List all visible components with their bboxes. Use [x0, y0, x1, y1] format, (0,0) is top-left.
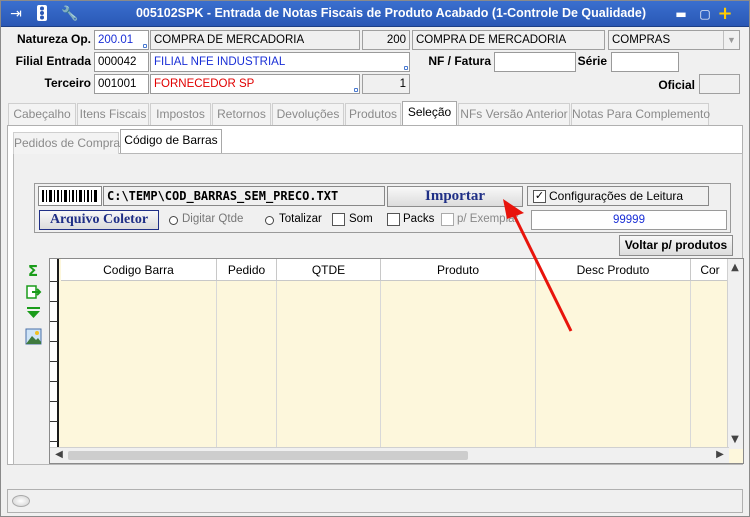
- scroll-left-icon[interactable]: ◀: [52, 448, 66, 462]
- export-icon[interactable]: [25, 284, 42, 301]
- tab-devolucoes[interactable]: Devoluções: [272, 103, 344, 125]
- terceiro-code-field[interactable]: 001001: [94, 74, 149, 94]
- serie-label: Série: [577, 54, 607, 68]
- vertical-scrollbar[interactable]: ▲ ▼: [727, 259, 743, 449]
- status-bar: [7, 489, 743, 513]
- exemplar-checkbox[interactable]: [441, 213, 454, 226]
- som-checkbox[interactable]: [332, 213, 345, 226]
- annotation-arrow: [503, 199, 573, 332]
- terceiro-num-field: 1: [362, 74, 410, 94]
- barcode-icon: [38, 186, 102, 206]
- natureza-code-field[interactable]: 200.01: [94, 30, 149, 50]
- totalizar-label: Totalizar: [279, 213, 322, 225]
- natureza-desc-field: COMPRA DE MERCADORIA: [150, 30, 360, 50]
- window-title: 005102SPK - Entrada de Notas Fiscais de …: [135, 6, 647, 20]
- packs-checkbox[interactable]: [387, 213, 400, 226]
- title-bar: ⇥ 🔧 005102SPK - Entrada de Notas Fiscais…: [1, 1, 749, 27]
- som-label: Som: [349, 213, 373, 225]
- oficial-label: Oficial: [658, 78, 695, 92]
- tab-codigo-barras[interactable]: Código de Barras: [120, 129, 222, 153]
- maximize-button[interactable]: ▢: [697, 6, 713, 22]
- arquivo-coletor-button[interactable]: Arquivo Coletor: [39, 210, 159, 230]
- image-icon[interactable]: [25, 328, 42, 345]
- horizontal-scrollbar[interactable]: ◀ ▶: [50, 447, 729, 463]
- natureza-label: Natureza Op.: [16, 32, 91, 46]
- column-header-cor[interactable]: Cor: [691, 259, 729, 281]
- row-header: [50, 259, 59, 449]
- barcode-grid[interactable]: Codigo Barra Pedido QTDE Produto Desc Pr…: [49, 258, 744, 464]
- scroll-up-icon[interactable]: ▲: [728, 261, 742, 275]
- totalizar-radio[interactable]: [265, 216, 274, 225]
- collapse-down-icon[interactable]: [25, 306, 42, 320]
- scroll-down-icon[interactable]: ▼: [728, 433, 742, 447]
- chevron-down-icon[interactable]: ▼: [723, 31, 739, 49]
- packs-label: Packs: [403, 213, 435, 225]
- digitar-qtde-label: Digitar Qtde: [182, 213, 244, 225]
- natureza-num-field: 200: [362, 30, 410, 50]
- wrench-icon[interactable]: 🔧: [61, 5, 79, 23]
- terceiro-name-field[interactable]: FORNECEDOR SP: [150, 74, 360, 94]
- column-header-qtde[interactable]: QTDE: [277, 259, 381, 281]
- scroll-right-icon[interactable]: ▶: [713, 448, 727, 462]
- scroll-thumb[interactable]: [68, 451, 468, 460]
- filial-name-field[interactable]: FILIAL NFE INDUSTRIAL: [150, 52, 410, 72]
- serie-input[interactable]: [611, 52, 679, 72]
- terceiro-label: Terceiro: [44, 76, 91, 90]
- tab-produtos[interactable]: Produtos: [345, 103, 401, 125]
- tab-retornos[interactable]: Retornos: [212, 103, 271, 125]
- nf-fatura-label: NF / Fatura: [428, 54, 491, 68]
- digitar-qtde-radio[interactable]: [169, 216, 178, 225]
- column-header-pedido[interactable]: Pedido: [217, 259, 277, 281]
- tab-pedidos-compra[interactable]: Pedidos de Compra: [13, 132, 120, 154]
- status-indicator-icon: [12, 495, 30, 507]
- tab-impostos[interactable]: Impostos: [150, 103, 211, 125]
- natureza-desc2-field: COMPRA DE MERCADORIA: [412, 30, 605, 50]
- natureza-type-select[interactable]: COMPRAS ▼: [608, 30, 740, 50]
- traffic-light-icon[interactable]: [33, 5, 51, 23]
- tab-cabecalho[interactable]: Cabeçalho: [8, 103, 76, 125]
- filial-code-field[interactable]: 000042: [94, 52, 149, 72]
- exit-icon[interactable]: ⇥: [7, 5, 25, 23]
- add-icon[interactable]: +: [717, 5, 733, 23]
- tab-selecao[interactable]: Seleção: [402, 101, 457, 125]
- column-header-codigo-barra[interactable]: Codigo Barra: [61, 259, 217, 281]
- tab-itens-fiscais[interactable]: Itens Fiscais: [77, 103, 149, 125]
- filial-label: Filial Entrada: [15, 54, 91, 68]
- tab-nfs-versao-anterior[interactable]: NFs Versão Anterior: [458, 103, 570, 125]
- tab-notas-complemento[interactable]: Notas Para Complemento: [571, 103, 710, 125]
- oficial-field: [699, 74, 740, 94]
- nf-fatura-input[interactable]: [494, 52, 576, 72]
- minimize-button[interactable]: ▬: [673, 6, 689, 22]
- file-path-field[interactable]: C:\TEMP\COD_BARRAS_SEM_PRECO.TXT: [103, 186, 385, 206]
- sum-icon[interactable]: Σ: [25, 263, 41, 279]
- voltar-produtos-button[interactable]: Voltar p/ produtos: [619, 235, 733, 256]
- main-window: ⇥ 🔧 005102SPK - Entrada de Notas Fiscais…: [0, 0, 750, 517]
